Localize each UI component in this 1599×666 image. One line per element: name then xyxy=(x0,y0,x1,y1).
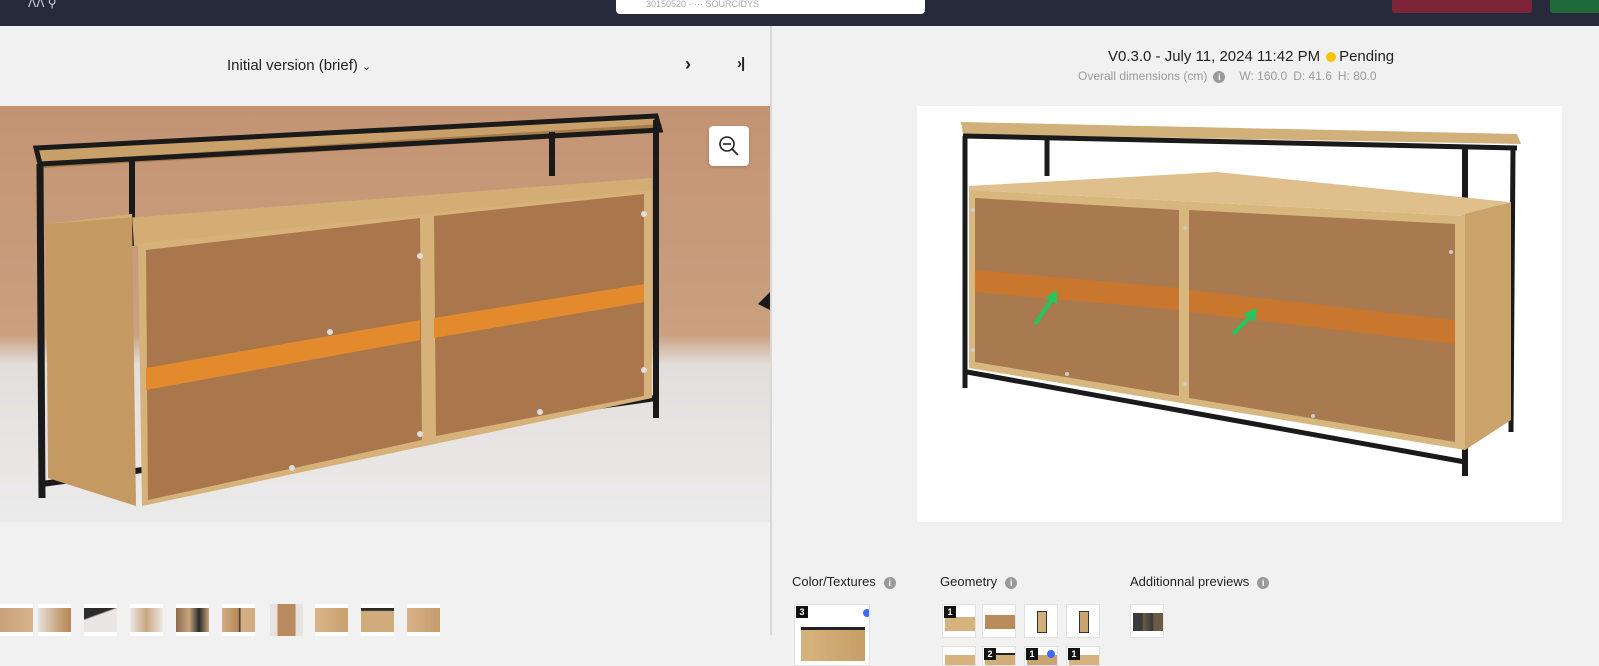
geometry-tile[interactable]: 2 xyxy=(982,646,1016,666)
reference-thumbnail[interactable] xyxy=(270,604,303,636)
status-label: Pending xyxy=(1339,48,1395,65)
additional-previews-section-label: Additionnal previews i xyxy=(1130,574,1270,589)
last-version-button[interactable]: ›| xyxy=(737,55,745,72)
count-badge: 3 xyxy=(796,606,808,618)
reference-thumbnail[interactable] xyxy=(222,604,255,636)
geometry-tile[interactable] xyxy=(942,646,976,666)
status-dot-icon xyxy=(1326,52,1337,63)
color-texture-tile[interactable]: 3 xyxy=(794,604,870,666)
model-panel: V0.3.0 - July 11, 2024 11:42 PM Pending O… xyxy=(772,26,1599,666)
chevron-down-icon: ⌄ xyxy=(361,61,372,73)
reference-thumbnail[interactable] xyxy=(38,604,71,636)
dimensions-label: Overall dimensions (cm) xyxy=(1078,69,1208,83)
width-value: W: 160.0 xyxy=(1239,69,1288,83)
info-icon[interactable]: i xyxy=(883,576,896,589)
sideboard-photo-illustration xyxy=(0,106,770,522)
geometry-label: Geometry xyxy=(940,574,998,589)
texture-preview xyxy=(801,627,865,661)
reference-thumbnail[interactable] xyxy=(315,604,348,636)
count-badge: 1 xyxy=(1026,648,1038,660)
sideboard-render-illustration xyxy=(961,122,1521,476)
reference-thumbnail[interactable] xyxy=(84,604,117,636)
product-reference-text: 30150520 · ··· SOURCIDYS xyxy=(646,0,760,9)
geometry-tile[interactable] xyxy=(1066,604,1100,638)
geometry-tile[interactable] xyxy=(1024,604,1058,638)
geometry-preview xyxy=(945,617,975,631)
count-badge: 1 xyxy=(944,606,956,618)
reference-thumbnail[interactable] xyxy=(0,604,33,636)
next-version-button[interactable]: › xyxy=(685,54,691,75)
depth-value: D: 41.6 xyxy=(1293,69,1332,83)
render-canvas xyxy=(917,106,1562,522)
additional-previews-label: Additionnal previews xyxy=(1130,574,1250,589)
info-icon[interactable]: i xyxy=(1257,576,1270,589)
geometry-preview xyxy=(945,655,975,665)
model-header: V0.3.0 - July 11, 2024 11:42 PM Pending O… xyxy=(772,26,1599,106)
dimensions-line: Overall dimensions (cm) i W: 160.0 D: 41.6 H… xyxy=(1078,69,1377,83)
color-textures-label: Color/Textures xyxy=(792,574,876,589)
model-version-label: V0.3.0 - July 11, 2024 11:42 PM xyxy=(1108,48,1321,65)
product-reference-card[interactable]: 30150520 · ··· SOURCIDYS xyxy=(616,0,925,14)
height-value: H: 80.0 xyxy=(1337,69,1377,83)
app-logo-icon[interactable]: ᐱᐱ ⚲ xyxy=(28,0,57,10)
reference-photo xyxy=(0,106,770,522)
reject-button[interactable] xyxy=(1392,0,1532,13)
info-icon[interactable]: i xyxy=(1005,576,1018,589)
version-dropdown-label: Initial version (brief) xyxy=(227,57,358,74)
geometry-preview xyxy=(985,615,1015,629)
zoom-out-button[interactable] xyxy=(709,126,749,166)
geometry-tile[interactable] xyxy=(982,604,1016,638)
approve-button[interactable] xyxy=(1550,0,1599,13)
reference-thumbnail[interactable] xyxy=(176,604,209,636)
count-badge: 1 xyxy=(1068,648,1080,660)
additional-preview-tile[interactable] xyxy=(1130,604,1164,638)
unread-dot-icon xyxy=(863,609,869,617)
geometry-preview xyxy=(1037,611,1047,633)
geometry-tile[interactable]: 1 xyxy=(1066,646,1100,666)
version-dropdown[interactable]: Initial version (brief) ⌄ xyxy=(227,57,371,74)
reference-thumbnail[interactable] xyxy=(130,604,163,636)
reference-thumbnail[interactable] xyxy=(361,604,394,636)
zoom-out-icon xyxy=(719,136,739,156)
reference-thumbnail[interactable] xyxy=(407,604,440,636)
unread-dot-icon xyxy=(1047,650,1055,658)
version-status-line: V0.3.0 - July 11, 2024 11:42 PM Pending xyxy=(1108,48,1394,65)
geometry-tile[interactable]: 1 xyxy=(1024,646,1058,666)
additional-preview-image xyxy=(1133,613,1163,631)
model-render xyxy=(772,106,1599,522)
reference-panel: Initial version (brief) ⌄ › ›| xyxy=(0,26,770,636)
info-icon[interactable]: i xyxy=(1213,70,1226,83)
geometry-preview xyxy=(1079,611,1089,633)
top-bar: ᐱᐱ ⚲ 30150520 · ··· SOURCIDYS xyxy=(0,0,1599,26)
color-textures-section-label: Color/Textures i xyxy=(792,574,896,589)
count-badge: 2 xyxy=(984,648,996,660)
geometry-tile[interactable]: 1 xyxy=(942,604,976,638)
geometry-section-label: Geometry i xyxy=(940,574,1018,589)
